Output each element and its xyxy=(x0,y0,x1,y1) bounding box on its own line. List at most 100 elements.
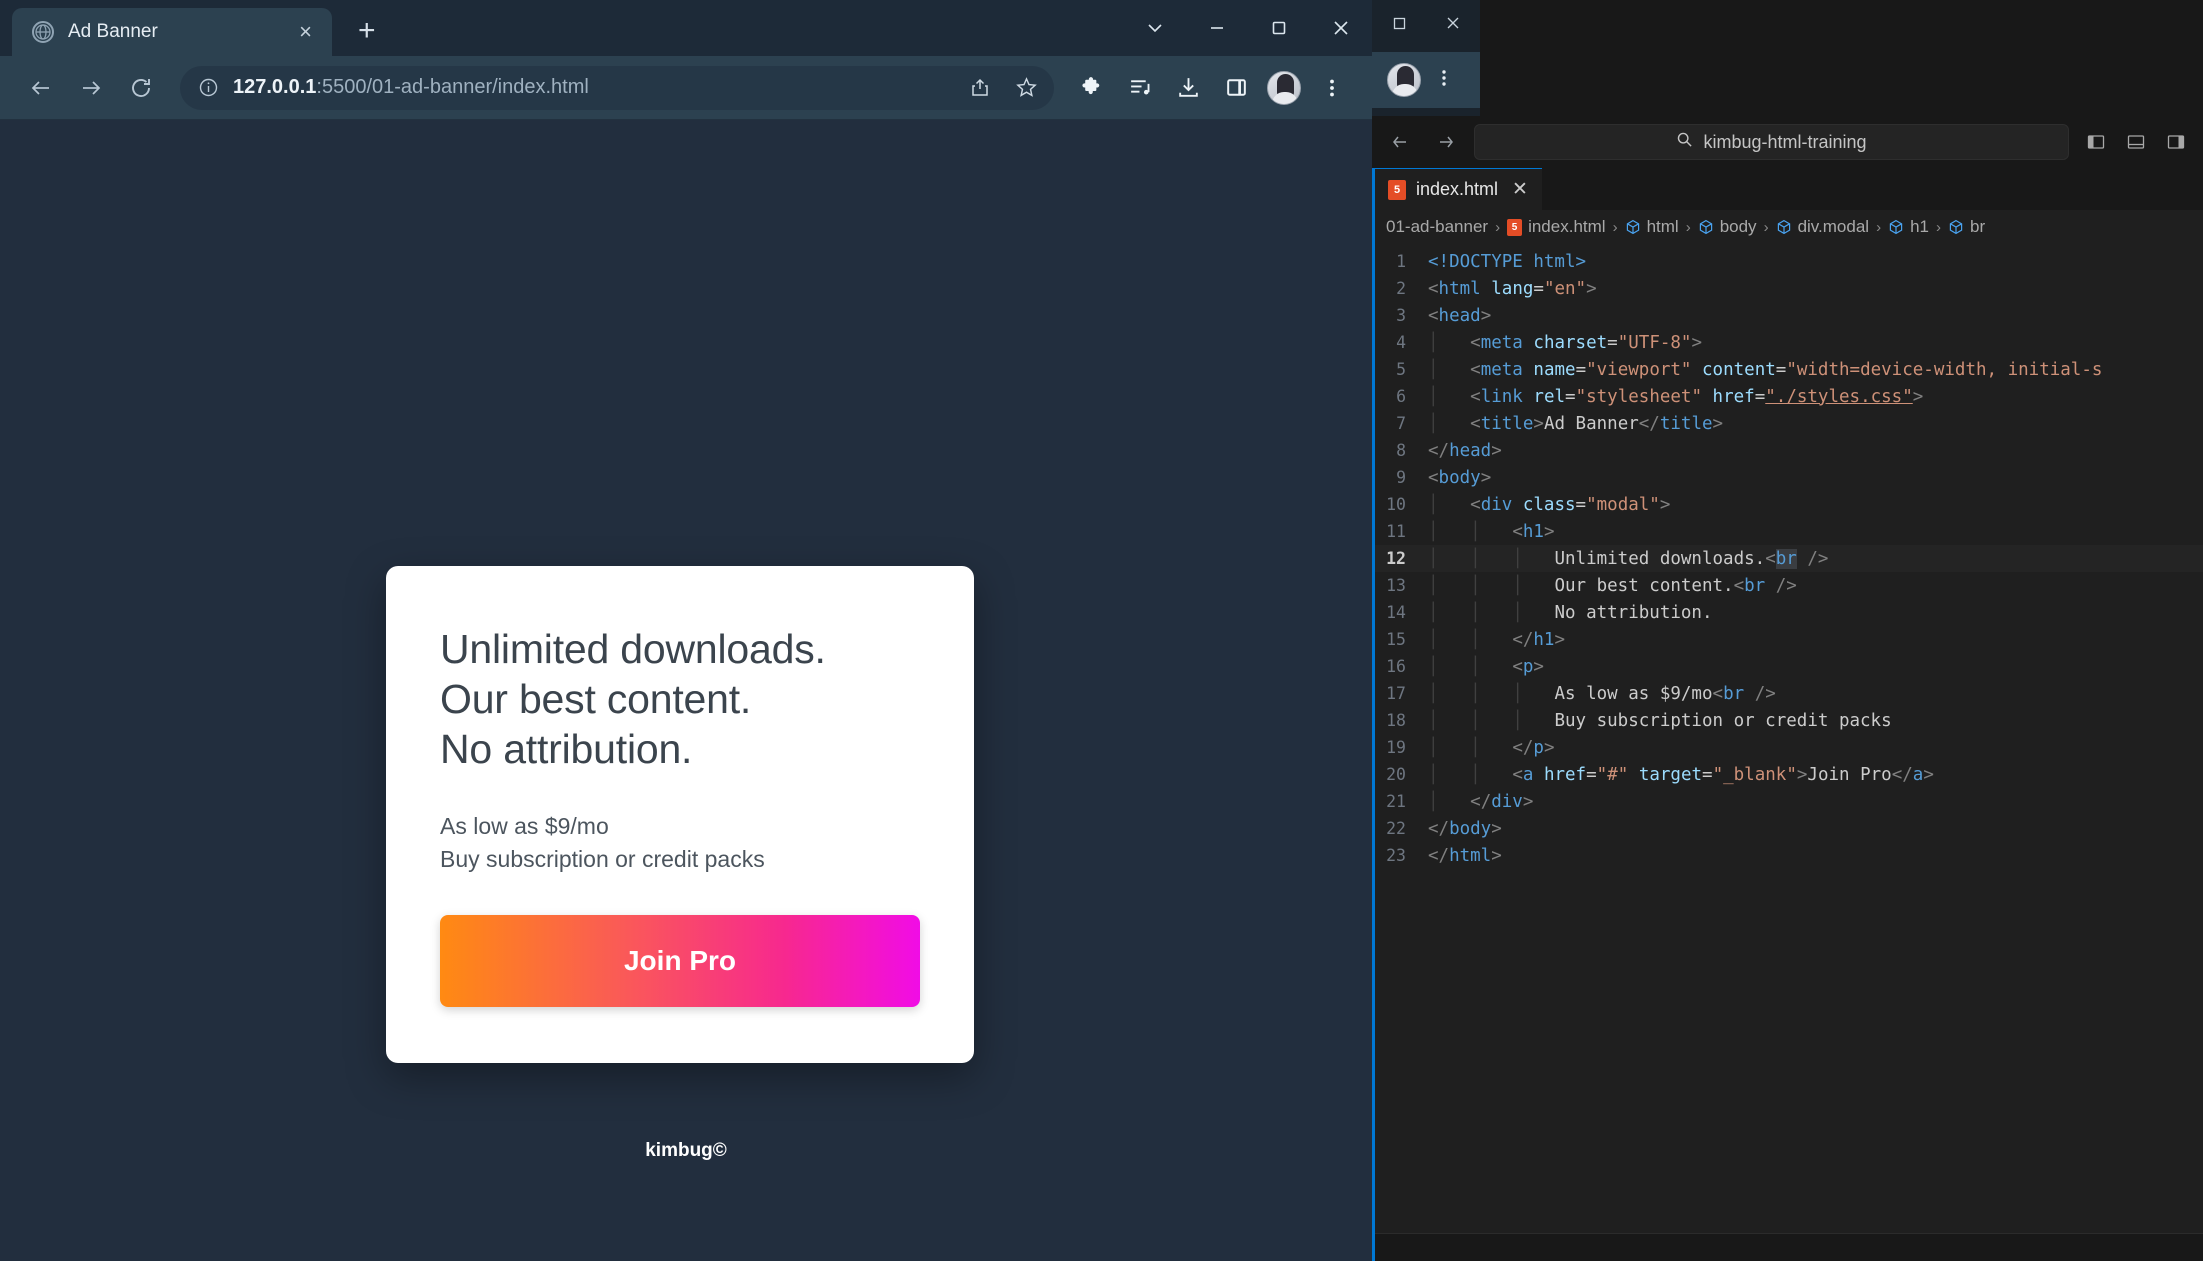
back-arrow-icon[interactable] xyxy=(1382,124,1418,160)
code-token: > xyxy=(1691,332,1703,353)
editor-tab-index-html[interactable]: 5 index.html ✕ xyxy=(1372,168,1542,210)
line-number: 6 xyxy=(1396,387,1406,406)
puzzle-icon[interactable] xyxy=(1070,65,1114,111)
indent-guide: │ xyxy=(1428,710,1471,731)
code-line[interactable]: 23 </html> xyxy=(1372,842,2203,869)
code-line[interactable]: 10 │ <div class="modal"> xyxy=(1372,491,2203,518)
breadcrumb-item-label: 01-ad-banner xyxy=(1386,217,1489,236)
kebab-menu-icon[interactable] xyxy=(1310,65,1354,111)
maximize-icon[interactable] xyxy=(1248,0,1310,56)
browser-tab-title: Ad Banner xyxy=(68,21,158,42)
toggle-panel-icon[interactable] xyxy=(2119,125,2153,159)
minimize-icon[interactable] xyxy=(1186,0,1248,56)
back-arrow-icon[interactable] xyxy=(18,65,64,111)
indent-guide: │ xyxy=(1470,548,1513,569)
close-icon[interactable]: × xyxy=(295,21,316,43)
side-panel-icon[interactable] xyxy=(1214,65,1258,111)
breadcrumb-separator: › xyxy=(1495,218,1501,236)
breadcrumb-item-h1[interactable]: h1 xyxy=(1888,217,1929,237)
code-line[interactable]: 13 │ │ │ Our best content.<br /> xyxy=(1372,572,2203,599)
code-line[interactable]: 17 │ │ │ As low as $9/mo<br /> xyxy=(1372,680,2203,707)
code-line[interactable]: 3 <head> xyxy=(1372,302,2203,329)
tab-search-icon[interactable] xyxy=(1124,0,1186,56)
forward-arrow-icon[interactable] xyxy=(68,65,114,111)
breadcrumb-item-body[interactable]: body xyxy=(1698,217,1757,237)
command-center-search[interactable]: kimbug-html-training xyxy=(1474,124,2069,160)
breadcrumb-item-index-html[interactable]: 5 index.html xyxy=(1507,217,1606,237)
close-icon[interactable] xyxy=(1426,0,1480,46)
star-icon[interactable] xyxy=(1006,68,1046,108)
breadcrumb-item-div-modal[interactable]: div.modal xyxy=(1776,217,1869,237)
line-number: 3 xyxy=(1396,306,1406,325)
breadcrumb-item-br[interactable]: br xyxy=(1948,217,1985,237)
code-token: body xyxy=(1438,467,1481,488)
code-line[interactable]: 18 │ │ │ Buy subscription or credit packs xyxy=(1372,707,2203,734)
join-pro-button[interactable]: Join Pro xyxy=(440,915,920,1008)
line-number: 4 xyxy=(1396,333,1406,352)
breadcrumb-item-html[interactable]: html xyxy=(1625,217,1679,237)
address-bar[interactable]: 127.0.0.1:5500/01-ad-banner/index.html xyxy=(180,65,1054,110)
download-icon[interactable] xyxy=(1166,65,1210,111)
site-info-icon[interactable] xyxy=(198,77,219,98)
code-line[interactable]: 15 │ │ </h1> xyxy=(1372,626,2203,653)
indent-guide: │ xyxy=(1512,683,1555,704)
code-line[interactable]: 7 │ <title>Ad Banner</title> xyxy=(1372,410,2203,437)
indent-guide: │ xyxy=(1428,791,1471,812)
profile-avatar[interactable] xyxy=(1382,57,1426,103)
breadcrumb-item-01-ad-banner[interactable]: 01-ad-banner xyxy=(1386,217,1488,237)
share-icon[interactable] xyxy=(960,68,1000,108)
code-token: < xyxy=(1512,764,1523,785)
media-list-icon[interactable] xyxy=(1118,65,1162,111)
globe-icon xyxy=(32,21,54,43)
line-number: 23 xyxy=(1386,846,1406,865)
restore-icon[interactable] xyxy=(1372,0,1426,46)
toggle-secondary-sidebar-icon[interactable] xyxy=(2159,125,2193,159)
code-line[interactable]: 12 │ │ │ Unlimited downloads.<br /> xyxy=(1372,545,2203,572)
line-number: 2 xyxy=(1396,279,1406,298)
code-line[interactable]: 20 │ │ <a href="#" target="_blank">Join P… xyxy=(1372,761,2203,788)
symbol-cube-icon xyxy=(1888,219,1904,235)
profile-avatar[interactable] xyxy=(1262,65,1306,111)
new-tab-button[interactable]: + xyxy=(358,16,376,46)
code-line[interactable]: 22 </body> xyxy=(1372,815,2203,842)
reload-icon[interactable] xyxy=(118,65,164,111)
code-line[interactable]: 2 <html lang="en"> xyxy=(1372,275,2203,302)
code-line[interactable]: 9 <body> xyxy=(1372,464,2203,491)
code-line[interactable]: 8 </head> xyxy=(1372,437,2203,464)
browser-tab[interactable]: Ad Banner × xyxy=(12,8,332,56)
code-token: Buy subscription or credit packs xyxy=(1554,710,1892,731)
line-number: 12 xyxy=(1386,549,1406,568)
heading-line-3: No attribution. xyxy=(440,726,693,773)
indent-guide: │ xyxy=(1470,710,1513,731)
toggle-primary-sidebar-icon[interactable] xyxy=(2079,125,2113,159)
code-text: │ │ </h1> xyxy=(1428,630,1565,650)
code-line[interactable]: 11 │ │ <h1> xyxy=(1372,518,2203,545)
code-text: </html> xyxy=(1428,846,1502,866)
code-token: > xyxy=(1712,413,1724,434)
code-line[interactable]: 14 │ │ │ No attribution. xyxy=(1372,599,2203,626)
code-line[interactable]: 4 │ <meta charset="UTF-8"> xyxy=(1372,329,2203,356)
code-line[interactable]: 16 │ │ <p> xyxy=(1372,653,2203,680)
close-icon[interactable]: ✕ xyxy=(1512,180,1528,199)
code-line[interactable]: 5 │ <meta name="viewport" content="width=… xyxy=(1372,356,2203,383)
forward-arrow-icon[interactable] xyxy=(1428,124,1464,160)
code-line[interactable]: 19 │ │ </p> xyxy=(1372,734,2203,761)
code-token: Unlimited downloads. xyxy=(1554,548,1766,569)
code-line[interactable]: 21 │ </div> xyxy=(1372,788,2203,815)
code-line[interactable]: 6 │ <link rel="stylesheet" href="./styles… xyxy=(1372,383,2203,410)
editor-focus-border xyxy=(1372,168,1375,1261)
line-number: 7 xyxy=(1396,414,1406,433)
code-token: "_blank" xyxy=(1712,764,1797,785)
ad-banner-modal: Unlimited downloads. Our best content. N… xyxy=(386,566,974,1064)
kebab-menu-icon[interactable] xyxy=(1430,68,1458,93)
code-token: "./styles.css" xyxy=(1765,386,1913,407)
code-line[interactable]: 1 <!DOCTYPE html> xyxy=(1372,248,2203,275)
close-icon[interactable] xyxy=(1310,0,1372,56)
code-text: <html lang="en"> xyxy=(1428,279,1597,299)
code-token: < xyxy=(1470,332,1481,353)
indent-guide: │ xyxy=(1512,548,1555,569)
code-token: > xyxy=(1480,467,1492,488)
code-token: < xyxy=(1512,521,1523,542)
code-editor[interactable]: 1 <!DOCTYPE html> 2 <html lang="en"> 3 <head>… xyxy=(1372,244,2203,1233)
